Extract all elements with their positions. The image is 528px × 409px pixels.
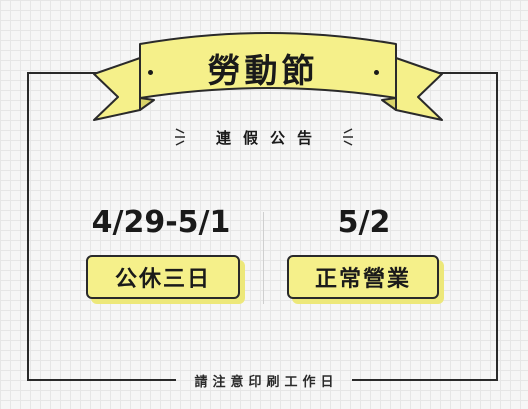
ribbon-fold-left <box>139 97 155 111</box>
open-day-date: 5/2 <box>337 205 391 240</box>
holiday-status-badge: 公休三日 <box>86 255 245 304</box>
open-day-status-label: 正常營業 <box>287 255 439 299</box>
holiday-status-label: 公休三日 <box>86 255 240 299</box>
holiday-date: 4/29-5/1 <box>91 205 231 240</box>
open-day-status-badge: 正常營業 <box>287 255 444 304</box>
column-divider <box>263 212 264 304</box>
notice-subtitle: 連假公告 <box>215 128 324 147</box>
banner-title: 勞動節 <box>207 51 319 90</box>
sparkle-right-icon <box>343 128 353 146</box>
footer-note: 請注意印刷工作日 <box>194 374 339 390</box>
ribbon-tail-right <box>395 57 443 121</box>
frame-bottom-rule-left <box>27 379 176 381</box>
frame-bottom-rule-right <box>352 379 498 381</box>
ribbon-fold-right <box>381 97 397 111</box>
ribbon-tail-left <box>93 57 141 121</box>
